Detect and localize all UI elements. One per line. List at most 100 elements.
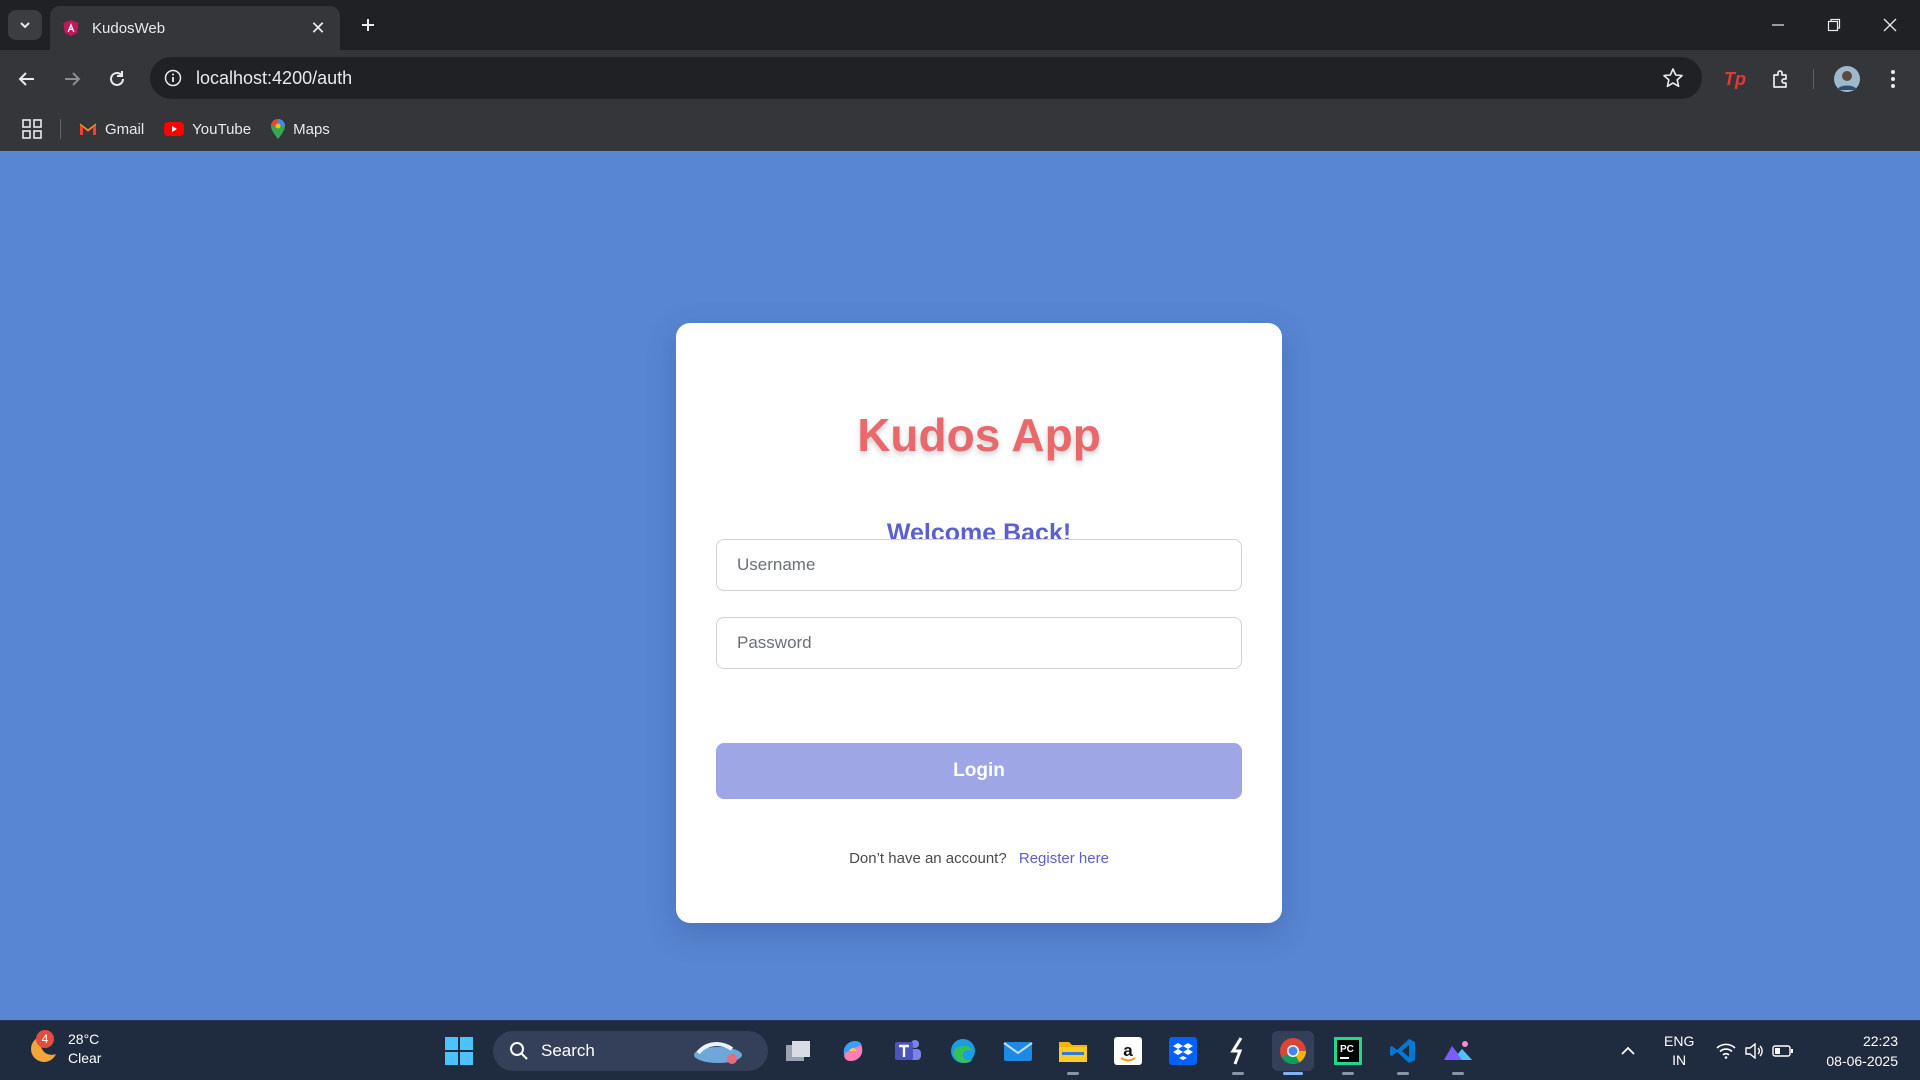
bookmark-youtube[interactable]: YouTube — [164, 121, 251, 138]
page-viewport: Kudos App Welcome Back! Login Don’t have… — [0, 151, 1920, 1020]
site-info-icon[interactable] — [164, 69, 182, 87]
tab-kudosweb[interactable]: KudosWeb ✕ — [50, 6, 340, 50]
plus-icon — [362, 19, 374, 31]
weather-badge: 4 — [36, 1030, 54, 1048]
running-indicator — [1452, 1072, 1464, 1075]
photos-icon — [1444, 1041, 1472, 1060]
teams-icon — [895, 1040, 921, 1060]
back-button[interactable] — [10, 62, 44, 96]
password-input[interactable] — [716, 617, 1242, 669]
chrome-icon — [1280, 1038, 1307, 1065]
minimize-button[interactable] — [1750, 0, 1806, 50]
bookmark-gmail[interactable]: Gmail — [79, 121, 144, 138]
svg-text:a: a — [1123, 1041, 1133, 1060]
vscode-button[interactable] — [1382, 1031, 1424, 1075]
close-tab-icon[interactable]: ✕ — [308, 18, 328, 39]
cursor-app-icon — [1230, 1037, 1243, 1065]
language-label: ENG — [1664, 1033, 1695, 1049]
pycharm-icon: PC — [1334, 1037, 1362, 1065]
arrow-right-icon — [65, 72, 81, 86]
bookmark-label: Maps — [293, 120, 330, 138]
bookmark-star-icon[interactable] — [1662, 67, 1684, 89]
tp-extension-icon: Tp — [1724, 68, 1746, 89]
reload-button[interactable] — [100, 62, 134, 96]
close-icon — [1883, 18, 1897, 32]
moon-icon: 4 — [22, 1030, 60, 1068]
url-text: localhost:4200/auth — [196, 67, 353, 88]
gmail-icon — [79, 123, 97, 135]
cursor-app-button[interactable] — [1217, 1031, 1259, 1075]
folder-icon — [1059, 1042, 1087, 1062]
close-window-button[interactable] — [1862, 0, 1918, 50]
chrome-button[interactable] — [1272, 1031, 1314, 1075]
task-view-button[interactable] — [777, 1031, 819, 1071]
restore-icon — [1827, 18, 1841, 32]
search-highlight-icon — [694, 1042, 742, 1064]
apps-grid-icon[interactable] — [20, 117, 44, 141]
clock-date: 08-06-2025 — [1826, 1053, 1898, 1069]
system-clock[interactable]: 22:23 08-06-2025 — [1826, 1031, 1898, 1071]
restore-button[interactable] — [1806, 0, 1862, 50]
quick-settings-button[interactable] — [1716, 1021, 1794, 1080]
running-indicator — [1397, 1072, 1409, 1075]
browser-toolbar: localhost:4200/auth Tp — [0, 50, 1920, 107]
active-indicator — [1283, 1072, 1303, 1075]
edge-button[interactable] — [942, 1031, 984, 1071]
running-indicator — [1232, 1072, 1244, 1075]
start-button[interactable] — [444, 1036, 474, 1071]
photos-button[interactable] — [1437, 1031, 1479, 1075]
show-hidden-icons-button[interactable] — [1620, 1021, 1636, 1080]
temperature: 28°C — [68, 1031, 100, 1047]
dropbox-button[interactable] — [1162, 1031, 1204, 1071]
profile-button[interactable] — [1830, 62, 1864, 96]
tab-title: KudosWeb — [92, 19, 166, 37]
mail-icon — [1003, 1042, 1033, 1061]
search-icon — [510, 1042, 528, 1060]
new-tab-button[interactable] — [352, 10, 384, 40]
no-account-text: Don’t have an account? — [849, 850, 1007, 867]
copilot-button[interactable] — [832, 1031, 874, 1071]
clock-time: 22:23 — [1862, 1033, 1898, 1049]
running-indicator — [1342, 1072, 1354, 1075]
edge-icon — [951, 1039, 975, 1063]
extensions-button[interactable] — [1764, 62, 1798, 96]
windows-taskbar: 4 28°C Clear Search a PC ENG IN 22:23 08… — [0, 1020, 1920, 1080]
app-title: Kudos App — [857, 409, 1101, 461]
login-card: Kudos App Welcome Back! Login Don’t have… — [676, 323, 1282, 923]
amazon-button[interactable]: a — [1107, 1031, 1149, 1071]
more-vert-icon — [1891, 70, 1895, 88]
bookmark-maps[interactable]: Maps — [271, 119, 330, 139]
address-bar[interactable]: localhost:4200/auth — [150, 57, 1702, 99]
pycharm-button[interactable]: PC — [1327, 1031, 1369, 1075]
register-link[interactable]: Register here — [1019, 850, 1109, 867]
taskbar-search[interactable]: Search — [493, 1031, 768, 1071]
bookmarks-separator — [60, 119, 61, 139]
weather-widget[interactable]: 4 28°C Clear — [22, 1030, 101, 1068]
chevron-up-icon — [1621, 1046, 1635, 1055]
bookmarks-bar: Gmail YouTube Maps — [0, 107, 1920, 151]
youtube-icon — [164, 122, 185, 136]
dropbox-icon — [1169, 1037, 1197, 1065]
running-indicator — [1067, 1072, 1079, 1075]
tab-search-button[interactable] — [8, 10, 42, 40]
file-explorer-button[interactable] — [1052, 1031, 1094, 1075]
vscode-icon — [1390, 1039, 1415, 1063]
teams-button[interactable] — [887, 1031, 929, 1071]
region-label: IN — [1672, 1052, 1687, 1068]
browser-titlebar: KudosWeb ✕ — [0, 0, 1920, 50]
amazon-icon: a — [1114, 1037, 1142, 1065]
mail-button[interactable] — [997, 1031, 1039, 1071]
maps-pin-icon — [271, 119, 286, 139]
minimize-icon — [1772, 24, 1784, 26]
extension-tp-button[interactable]: Tp — [1718, 62, 1752, 96]
volume-icon — [1745, 1043, 1763, 1059]
battery-icon — [1772, 1045, 1793, 1057]
angular-icon — [63, 20, 79, 36]
forward-button[interactable] — [55, 62, 89, 96]
language-indicator[interactable]: ENG IN — [1664, 1021, 1694, 1080]
browser-menu-button[interactable] — [1876, 62, 1910, 96]
bookmark-label: Gmail — [105, 120, 145, 138]
username-input[interactable] — [716, 539, 1242, 591]
avatar — [1834, 66, 1860, 92]
login-button[interactable]: Login — [716, 743, 1242, 799]
